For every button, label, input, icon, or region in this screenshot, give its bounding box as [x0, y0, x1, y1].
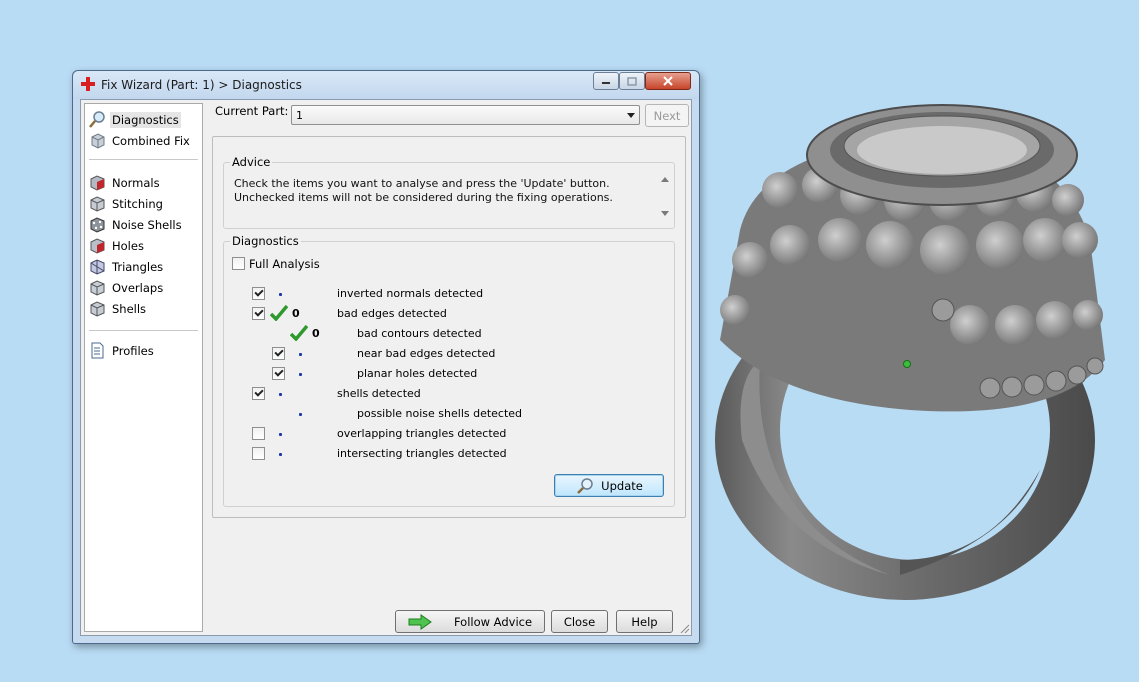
- diag-row-label: near bad edges detected: [357, 347, 496, 360]
- wizard-nav: Diagnostics Combined Fix Normals Stitchi: [84, 103, 203, 632]
- magnifier-icon: [577, 477, 593, 494]
- minimize-icon: [602, 82, 610, 84]
- next-button[interactable]: Next: [645, 104, 689, 127]
- diagnostics-title: Diagnostics: [230, 234, 301, 248]
- status-dot: [299, 413, 302, 416]
- chevron-down-icon: [627, 113, 635, 118]
- full-analysis-label: Full Analysis: [249, 257, 320, 271]
- current-part-value: 1: [296, 109, 303, 122]
- current-part-label: Current Part:: [215, 104, 289, 118]
- nav-item-holes[interactable]: Holes: [89, 236, 197, 255]
- diag-row-label: intersecting triangles detected: [337, 447, 507, 460]
- diag-row-label: possible noise shells detected: [357, 407, 523, 420]
- follow-advice-button[interactable]: Follow Advice: [395, 610, 545, 633]
- maximize-button[interactable]: [619, 72, 645, 90]
- status-dot: [299, 353, 302, 356]
- intersecting-triangles-checkbox[interactable]: [252, 447, 265, 460]
- diag-row-label: shells detected: [337, 387, 421, 400]
- diag-row-label: bad edges detected: [337, 307, 447, 320]
- cube-icon: [91, 133, 105, 149]
- close-window-button[interactable]: [645, 72, 691, 90]
- bad-contours-count: 0: [312, 327, 320, 340]
- diagnostics-panel: Advice Check the items you want to analy…: [212, 136, 686, 518]
- triangles-cube-icon: [90, 259, 105, 275]
- shells-checkbox[interactable]: [252, 387, 265, 400]
- planar-holes-checkbox[interactable]: [272, 367, 285, 380]
- advice-text: Check the items you want to analyse and …: [234, 177, 613, 204]
- nav-item-normals[interactable]: Normals: [89, 173, 197, 192]
- help-button[interactable]: Help: [616, 610, 673, 633]
- bad-edges-count: 0: [292, 307, 300, 320]
- green-arrow-icon: [408, 613, 432, 630]
- nav-item-shells[interactable]: Shells: [89, 299, 197, 318]
- diag-row-label: overlapping triangles detected: [337, 427, 507, 440]
- title-bar[interactable]: Fix Wizard (Part: 1) > Diagnostics: [73, 71, 699, 99]
- status-dot: [299, 373, 302, 376]
- nav-item-triangles[interactable]: Triangles: [89, 257, 197, 276]
- advice-group: Advice Check the items you want to analy…: [223, 155, 675, 229]
- nav-item-profiles[interactable]: Profiles: [89, 341, 197, 360]
- nav-separator: [89, 330, 198, 331]
- scroll-down-icon[interactable]: [661, 211, 669, 216]
- near-bad-edges-checkbox[interactable]: [272, 347, 285, 360]
- close-icon: [663, 76, 673, 86]
- green-check-icon: [270, 305, 288, 321]
- scroll-up-icon[interactable]: [661, 177, 669, 182]
- noise-shells-icon: [90, 217, 105, 233]
- diag-row-label: planar holes detected: [357, 367, 478, 380]
- fix-wizard-window: Fix Wizard (Part: 1) > Diagnostics Diagn…: [72, 70, 700, 644]
- update-label: Update: [601, 478, 643, 493]
- bad-edges-checkbox[interactable]: [252, 307, 265, 320]
- nav-separator: [89, 159, 198, 160]
- advice-scrollbar[interactable]: [658, 175, 672, 220]
- overlaps-cube-icon: [90, 280, 105, 296]
- document-icon: [91, 342, 104, 359]
- nav-item-overlaps[interactable]: Overlaps: [89, 278, 197, 297]
- advice-title: Advice: [230, 155, 273, 169]
- close-button[interactable]: Close: [551, 610, 608, 633]
- inverted-normals-checkbox[interactable]: [252, 287, 265, 300]
- current-part-select[interactable]: 1: [291, 105, 640, 125]
- normals-cube-icon: [90, 175, 105, 191]
- maximize-icon: [627, 76, 637, 86]
- nav-item-stitching[interactable]: Stitching: [89, 194, 197, 213]
- green-check-icon: [290, 325, 308, 341]
- holes-cube-icon: [90, 238, 105, 254]
- resize-grip-icon[interactable]: [680, 624, 690, 634]
- nav-item-combined-fix[interactable]: Combined Fix: [89, 131, 197, 150]
- update-button[interactable]: Update: [554, 474, 664, 497]
- nav-item-diagnostics[interactable]: Diagnostics: [89, 110, 197, 129]
- red-cross-icon: [81, 77, 95, 91]
- diag-row-label: inverted normals detected: [337, 287, 484, 300]
- overlapping-triangles-checkbox[interactable]: [252, 427, 265, 440]
- minimize-button[interactable]: [593, 72, 619, 90]
- status-dot: [279, 433, 282, 436]
- full-analysis-checkbox[interactable]: [232, 257, 245, 270]
- window-title: Fix Wizard (Part: 1) > Diagnostics: [101, 78, 302, 92]
- status-dot: [279, 293, 282, 296]
- diagnostics-group: Diagnostics Full Analysis inverted norma…: [223, 234, 675, 507]
- window-client: Diagnostics Combined Fix Normals Stitchi: [80, 99, 692, 636]
- shells-cube-icon: [90, 301, 105, 317]
- status-dot: [279, 453, 282, 456]
- status-dot: [279, 393, 282, 396]
- magnifier-icon: [89, 111, 105, 128]
- follow-advice-label: Follow Advice: [453, 614, 533, 629]
- stitching-cube-icon: [90, 196, 105, 212]
- nav-item-noise-shells[interactable]: Noise Shells: [89, 215, 197, 234]
- diag-row-label: bad contours detected: [357, 327, 482, 340]
